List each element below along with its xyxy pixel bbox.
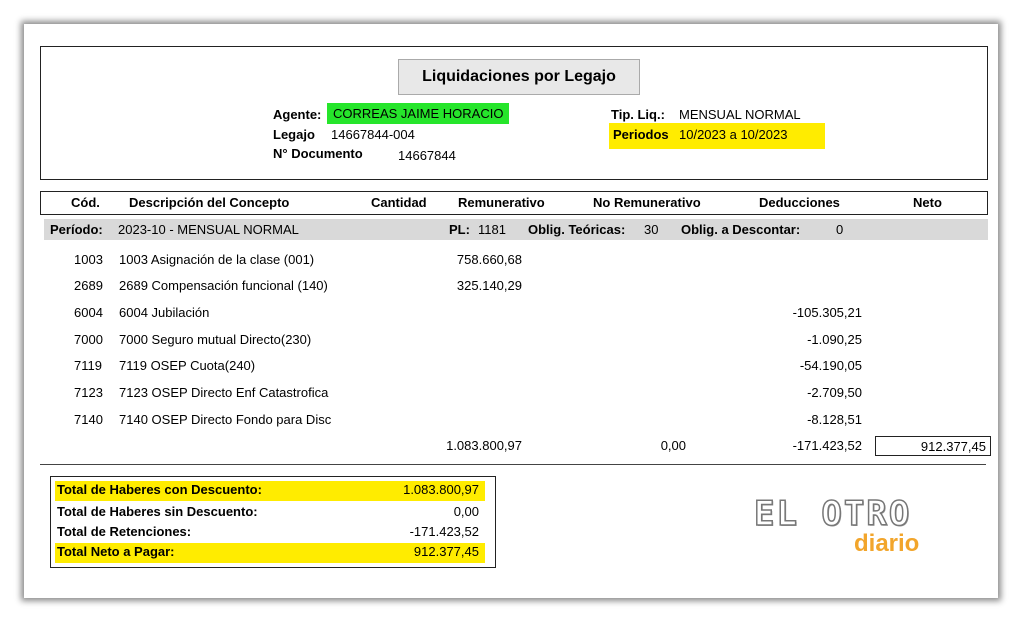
sum-neto-box: 912.377,45 [875,436,991,456]
col-cod: Cód. [71,195,100,210]
table-row: 6004 6004 Jubilación -105.305,21 [24,305,998,327]
col-neto: Neto [913,195,942,210]
total-label: Total de Haberes con Descuento: [57,482,262,497]
divider [40,464,986,465]
col-cantidad: Cantidad [371,195,427,210]
col-remunerativo: Remunerativo [458,195,545,210]
oblig-teoricas-value: 30 [644,222,659,237]
total-neto-a-pagar: Total Neto a Pagar: 912.377,45 [55,543,485,563]
row-desc: 6004 Jubilación [119,305,210,320]
total-haberes-sin-descuento: Total de Haberes sin Descuento: 0,00 [55,503,485,523]
el-otro-diario-logo: EL OTRO diario [753,493,944,564]
row-desc: 2689 Compensación funcional (140) [119,278,328,293]
total-label: Total de Retenciones: [57,524,192,539]
total-value: 912.377,45 [413,544,479,559]
row-desc: 7123 OSEP Directo Enf Catastrofica [119,385,329,400]
sum-noremun: 0,00 [660,438,686,453]
agente-value: CORREAS JAIME HORACIO [327,103,510,124]
periodo-value: 2023-10 - MENSUAL NORMAL [118,222,299,237]
tipliq-value: MENSUAL NORMAL [679,107,801,122]
table-row: 2689 2689 Compensación funcional (140) 3… [24,278,998,300]
row-cod: 2689 [74,278,103,293]
total-label: Total Neto a Pagar: [57,544,175,559]
row-cod: 1003 [74,252,103,267]
totals-box: Total de Haberes con Descuento: 1.083.80… [50,476,496,568]
table-row: 7140 7140 OSEP Directo Fondo para Disc -… [24,412,998,434]
table-row: 7000 7000 Seguro mutual Directo(230) -1.… [24,332,998,354]
row-remun: 325.140,29 [456,278,522,293]
column-header-row: Cód. Descripción del Concepto Cantidad R… [40,191,988,215]
sums-row: 1.083.800,97 0,00 -171.423,52 [24,438,998,460]
pl-label: PL: [449,222,470,237]
col-deducciones: Deducciones [759,195,840,210]
total-label: Total de Haberes sin Descuento: [57,504,258,519]
row-desc: 1003 Asignación de la clase (001) [119,252,315,267]
total-value: -171.423,52 [409,524,479,539]
row-cod: 7000 [74,332,103,347]
agente-label: Agente: [273,107,322,122]
row-deduc: -54.190,05 [799,358,862,373]
table-row: 7119 7119 OSEP Cuota(240) -54.190,05 [24,358,998,380]
document-page: Liquidaciones por Legajo Agente: CORREAS… [24,24,998,598]
row-desc: 7140 OSEP Directo Fondo para Disc [119,412,332,427]
tipliq-label: Tip. Liq.: [611,107,665,122]
row-desc: 7000 Seguro mutual Directo(230) [119,332,312,347]
oblig-descontar-label: Oblig. a Descontar: [681,222,801,237]
row-cod: 6004 [74,305,103,320]
row-remun: 758.660,68 [456,252,522,267]
periodo-bar: Período: 2023-10 - MENSUAL NORMAL PL: 11… [44,219,988,240]
sum-remun: 1.083.800,97 [446,438,522,453]
col-descripcion: Descripción del Concepto [129,195,290,210]
row-cod: 7119 [74,358,102,373]
total-retenciones: Total de Retenciones: -171.423,52 [55,523,485,543]
page-title: Liquidaciones por Legajo [398,59,640,95]
documento-label: N° Documento [273,146,363,161]
periodos-value: 10/2023 a 10/2023 [679,127,788,142]
sum-deduc: -171.423,52 [792,438,862,453]
total-haberes-con-descuento: Total de Haberes con Descuento: 1.083.80… [55,481,485,501]
oblig-teoricas-label: Oblig. Teóricas: [528,222,626,237]
row-cod: 7123 [74,385,103,400]
oblig-descontar-value: 0 [836,222,844,237]
total-value: 1.083.800,97 [403,482,479,497]
periodos-label: Periodos [613,127,669,142]
row-deduc: -2.709,50 [807,385,862,400]
total-value: 0,00 [453,504,479,519]
legajo-label: Legajo [273,127,315,142]
pl-value: 1181 [478,222,506,237]
col-no-remunerativo: No Remunerativo [593,195,701,210]
logo-main-text: EL OTRO [753,493,912,535]
legajo-value: 14667844-004 [331,127,415,142]
row-deduc: -8.128,51 [807,412,862,427]
row-desc: 7119 OSEP Cuota(240) [119,358,256,373]
table-row: 1003 1003 Asignación de la clase (001) 7… [24,252,998,274]
logo-sub-text: diario [854,530,920,557]
row-cod: 7140 [74,412,103,427]
row-deduc: -1.090,25 [807,332,862,347]
table-row: 7123 7123 OSEP Directo Enf Catastrofica … [24,385,998,407]
header-section: Liquidaciones por Legajo Agente: CORREAS… [40,46,988,180]
documento-value: 14667844 [398,148,456,163]
periodo-label: Período: [50,222,103,237]
row-deduc: -105.305,21 [792,305,862,320]
